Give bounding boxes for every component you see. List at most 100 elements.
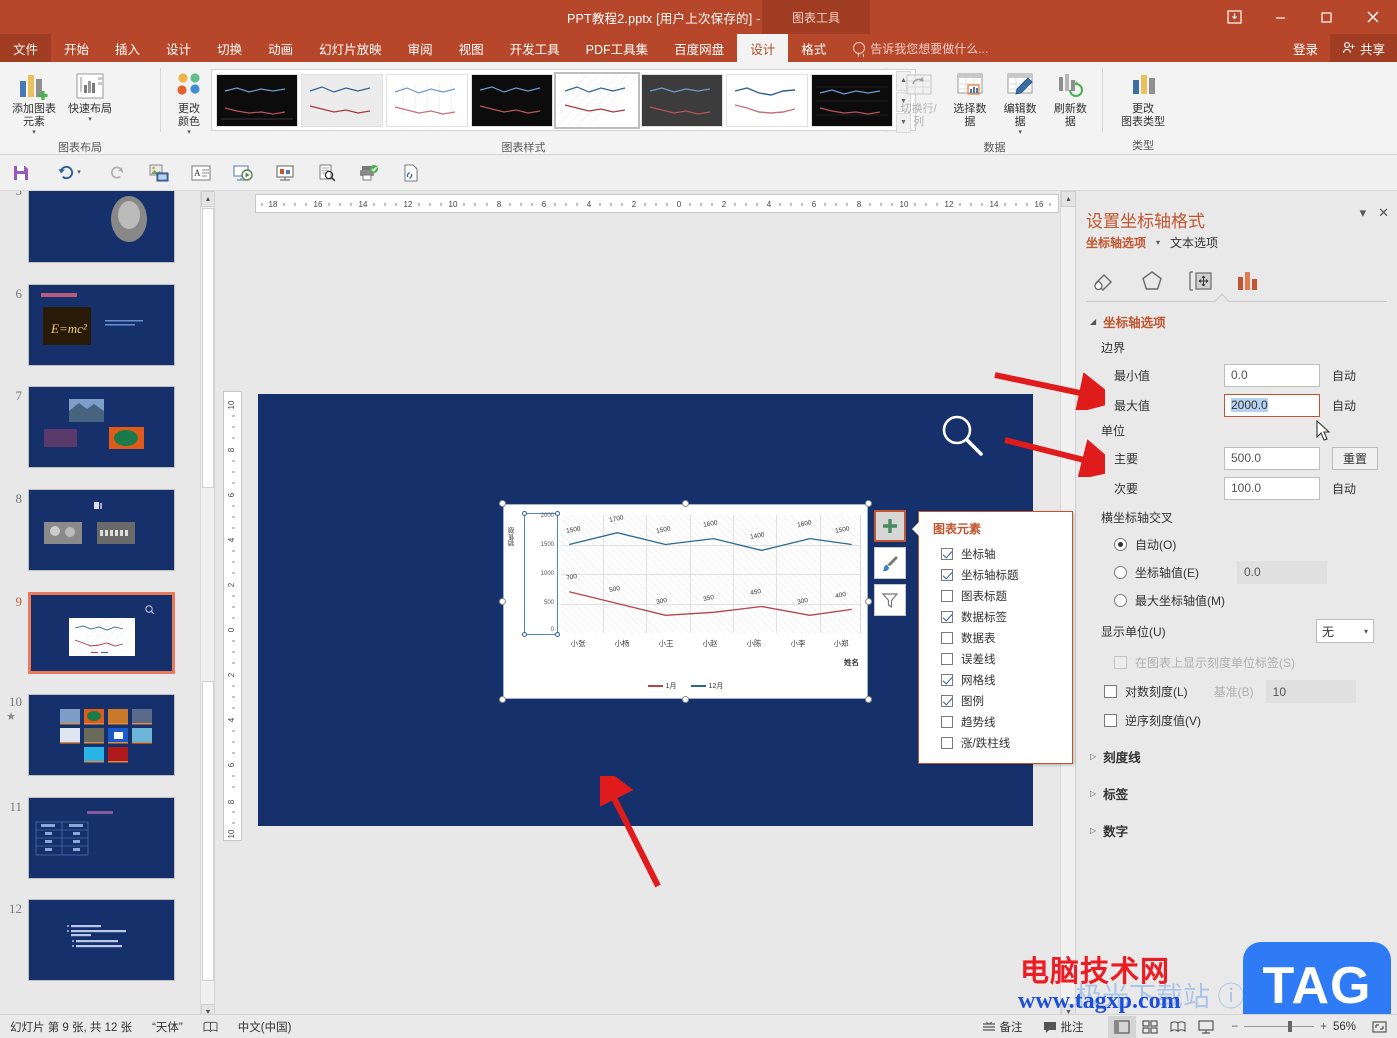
- print-icon[interactable]: [358, 162, 380, 184]
- axis-options-chart-icon[interactable]: [1234, 267, 1262, 295]
- slide-thumbnail-image[interactable]: [28, 899, 175, 981]
- chevron-down-icon[interactable]: ▾: [88, 116, 92, 123]
- reverse-order-row[interactable]: 逆序刻度值(V): [1076, 706, 1397, 735]
- chart-element-up-down-bars[interactable]: 涨/跌柱线: [919, 732, 1072, 753]
- tab-animations[interactable]: 动画: [255, 34, 306, 62]
- chart-resize-handle[interactable]: [499, 500, 506, 507]
- legend-item[interactable]: 12月: [690, 681, 723, 691]
- chart-element-axis-titles[interactable]: 坐标轴标题: [919, 564, 1072, 585]
- chevron-down-icon[interactable]: ▾: [1018, 129, 1022, 136]
- reverse-order-checkbox[interactable]: [1104, 714, 1117, 727]
- scroll-thumb[interactable]: [202, 208, 214, 488]
- chart-element-axes[interactable]: 坐标轴: [919, 543, 1072, 564]
- notes-button[interactable]: 备注: [972, 1019, 1033, 1035]
- chart-style-thumb[interactable]: [301, 73, 383, 127]
- slide-thumbnail-10[interactable]: 10 ★: [2, 694, 175, 776]
- chart-style-thumb-selected[interactable]: [554, 71, 640, 129]
- zoom-level-label[interactable]: 56%: [1333, 1021, 1356, 1033]
- slide-thumbnail-image[interactable]: [28, 191, 175, 263]
- section-number[interactable]: ▷ 数字: [1076, 809, 1397, 846]
- chart-element-data-labels[interactable]: 数据标签: [919, 606, 1072, 627]
- scroll-up-icon[interactable]: ▲: [201, 191, 214, 207]
- minor-unit-auto-button[interactable]: 自动: [1332, 480, 1356, 497]
- checkbox[interactable]: [941, 610, 953, 623]
- insert-picture-icon[interactable]: [148, 162, 170, 184]
- maximum-input[interactable]: 2000.0: [1224, 393, 1320, 417]
- crosses-automatic-row[interactable]: 自动(O): [1076, 530, 1397, 558]
- tab-baidu-netdisk[interactable]: 百度网盘: [661, 34, 737, 62]
- refresh-data-button[interactable]: 刷新数据: [1045, 66, 1096, 132]
- chart-plot-container[interactable]: 销售额 2000 1500 1000 500 0 1500 1700 1500 …: [503, 504, 868, 699]
- slide-thumbnails-panel[interactable]: 5 6 E=mc² 7 8 9: [0, 191, 215, 1020]
- major-unit-reset-button[interactable]: 重置: [1332, 446, 1378, 470]
- chart-element-chart-title[interactable]: 图表标题: [919, 585, 1072, 606]
- minimum-auto-button[interactable]: 自动: [1332, 367, 1356, 384]
- chart-element-gridlines[interactable]: 网格线: [919, 669, 1072, 690]
- minimize-icon[interactable]: [1257, 0, 1303, 34]
- chart-resize-handle[interactable]: [865, 696, 872, 703]
- tab-view[interactable]: 视图: [446, 34, 497, 62]
- tab-developer[interactable]: 开发工具: [497, 34, 573, 62]
- chart-element-trendline[interactable]: 趋势线: [919, 711, 1072, 732]
- chart-resize-handle[interactable]: [865, 500, 872, 507]
- close-icon[interactable]: [1349, 0, 1397, 34]
- slide-thumbnail-5[interactable]: 5: [2, 191, 175, 263]
- tab-insert[interactable]: 插入: [102, 34, 153, 62]
- pane-tab-axis-options[interactable]: 坐标轴选项: [1086, 234, 1146, 251]
- chart-styles-button[interactable]: [874, 547, 906, 579]
- slide-thumbnail-image-selected[interactable]: [28, 592, 175, 674]
- slide-sorter-icon[interactable]: [1136, 1016, 1164, 1038]
- chart-style-thumb[interactable]: [726, 73, 808, 127]
- base-input[interactable]: 10: [1265, 680, 1356, 703]
- y-axis-selection[interactable]: 2000 1500 1000 500 0: [522, 511, 560, 637]
- add-chart-element-button[interactable]: 添加图表 元素 ▾: [6, 66, 62, 139]
- fill-line-icon[interactable]: [1090, 267, 1118, 295]
- chart-resize-handle[interactable]: [681, 696, 689, 703]
- section-tick-marks[interactable]: ▷ 刻度线: [1076, 735, 1397, 772]
- chart-legend[interactable]: 1月 12月: [504, 681, 867, 691]
- selection-handle[interactable]: [555, 511, 560, 516]
- comments-button[interactable]: 批注: [1033, 1019, 1094, 1035]
- chart-elements-button[interactable]: [874, 510, 906, 542]
- slide-thumbnail-image[interactable]: [28, 489, 175, 571]
- close-icon[interactable]: ✕: [1378, 205, 1389, 221]
- slide-thumbnail-11[interactable]: 11: [2, 797, 175, 879]
- effects-icon[interactable]: [1138, 267, 1166, 295]
- slide-thumbnail-image[interactable]: [28, 386, 175, 468]
- chart-element-legend[interactable]: 图例: [919, 690, 1072, 711]
- size-properties-icon[interactable]: [1186, 267, 1214, 295]
- chevron-down-icon[interactable]: ▾: [1360, 205, 1367, 221]
- checkbox[interactable]: [941, 589, 953, 602]
- change-chart-type-button[interactable]: 更改 图表类型: [1110, 66, 1176, 132]
- chart-style-thumb[interactable]: [811, 73, 893, 127]
- normal-view-icon[interactable]: [1107, 1015, 1136, 1038]
- chart-resize-handle[interactable]: [865, 597, 872, 605]
- crosses-axis-value-row[interactable]: 坐标轴值(E) 0.0: [1076, 558, 1397, 586]
- tab-home[interactable]: 开始: [51, 34, 102, 62]
- login-button[interactable]: 登录: [1281, 34, 1330, 62]
- tab-review[interactable]: 审阅: [395, 34, 446, 62]
- selection-handle[interactable]: [522, 632, 527, 637]
- chevron-down-icon[interactable]: ▾: [1156, 238, 1160, 247]
- language-label[interactable]: 中文(中国): [228, 1019, 302, 1035]
- selection-handle[interactable]: [555, 632, 560, 637]
- show-display-units-checkbox[interactable]: [1114, 656, 1127, 669]
- maximum-auto-button[interactable]: 自动: [1332, 397, 1356, 414]
- chevron-down-icon[interactable]: ▾: [77, 169, 81, 176]
- chart-styles-gallery[interactable]: ▲ ▼ ▼: [211, 69, 916, 133]
- slide-thumbnail-image[interactable]: E=mc²: [28, 284, 175, 366]
- log-scale-row[interactable]: 对数刻度(L) 基准(B) 10: [1076, 677, 1397, 706]
- checkbox[interactable]: [941, 652, 953, 665]
- slide-thumbnail-8[interactable]: 8: [2, 489, 175, 571]
- chart-resize-handle[interactable]: [499, 696, 506, 703]
- redo-icon[interactable]: [106, 162, 128, 184]
- zoom-in-button[interactable]: +: [1314, 1021, 1333, 1033]
- axis-value-input[interactable]: 0.0: [1237, 560, 1327, 584]
- save-icon[interactable]: [10, 162, 32, 184]
- chart-resize-handle[interactable]: [681, 500, 689, 507]
- tab-chart-design[interactable]: 设计: [737, 34, 789, 62]
- display-units-select[interactable]: 无 ▾: [1316, 619, 1374, 643]
- chart-style-thumb[interactable]: [386, 73, 468, 127]
- chart-object[interactable]: 销售额 2000 1500 1000 500 0 1500 1700 1500 …: [499, 500, 872, 703]
- tab-transitions[interactable]: 切换: [204, 34, 255, 62]
